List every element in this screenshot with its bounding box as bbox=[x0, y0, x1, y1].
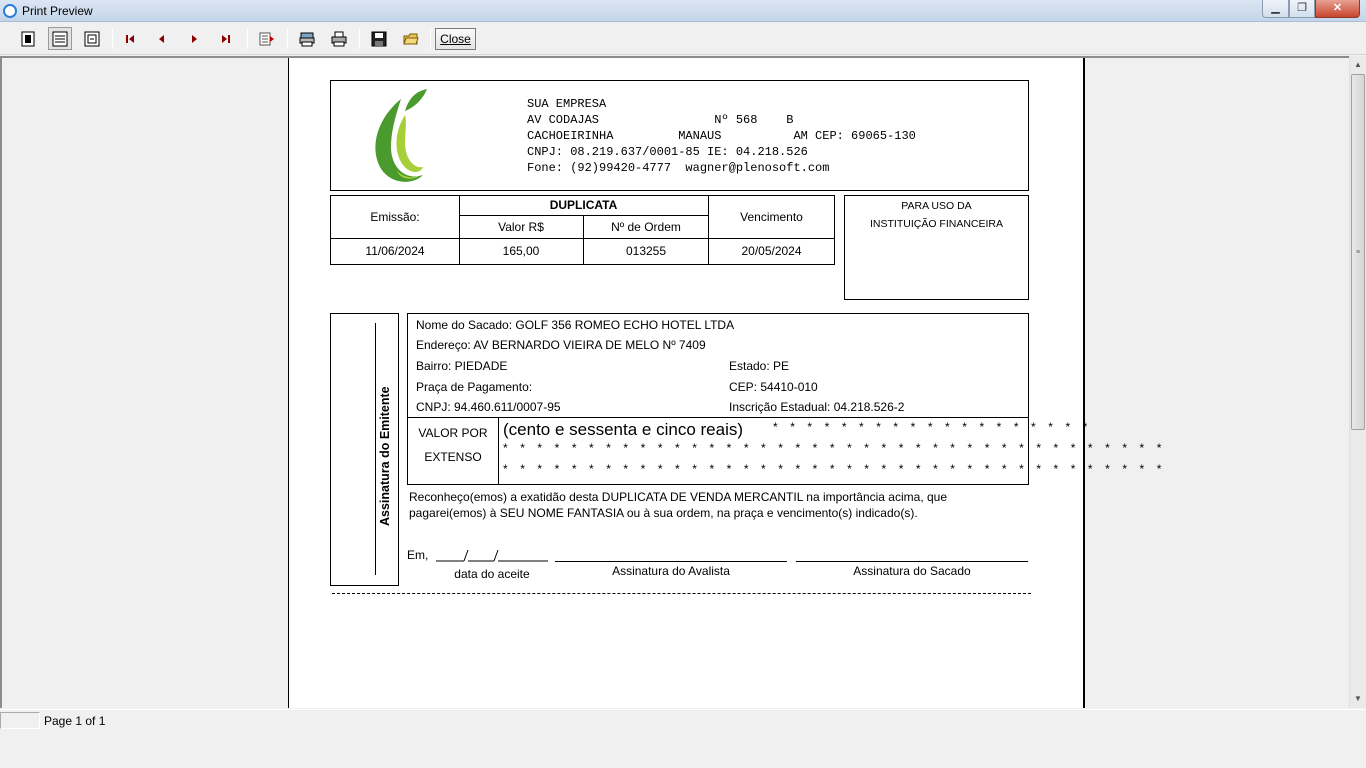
prior-page-button[interactable] bbox=[150, 27, 174, 50]
extenso-stars-1: * * * * * * * * * * * * * * * * * * * bbox=[773, 420, 1092, 434]
toolbar: Close bbox=[0, 23, 1366, 55]
company-logo bbox=[375, 89, 427, 182]
save-button[interactable] bbox=[367, 27, 391, 50]
scroll-down-icon[interactable]: ▼ bbox=[1350, 690, 1366, 707]
vertical-scrollbar[interactable]: ▲ ≡ ▼ bbox=[1349, 56, 1366, 708]
instituicao-financeira-box: PARA USO DA INSTITUIÇÃO FINANCEIRA bbox=[844, 195, 1029, 300]
printer-icon bbox=[331, 31, 347, 46]
toolbar-separator bbox=[430, 28, 431, 49]
open-folder-icon bbox=[403, 33, 419, 44]
sacado-praca: Praça de Pagamento: bbox=[416, 380, 533, 394]
toolbar-separator bbox=[287, 28, 288, 49]
app-icon bbox=[3, 4, 17, 18]
sacado-cep: CEP: 54410-010 bbox=[729, 380, 818, 394]
company-header-box: SUA EMPRESA AV CODAJAS Nº 568 B CACHOEIR… bbox=[330, 80, 1029, 191]
first-page-button[interactable] bbox=[118, 27, 142, 50]
status-cell bbox=[0, 712, 40, 729]
sacado-nome: Nome do Sacado: GOLF 356 ROMEO ECHO HOTE… bbox=[416, 318, 735, 332]
prior-page-icon bbox=[159, 34, 164, 43]
toolbar-separator bbox=[112, 28, 113, 49]
duplicata-title: DUPLICATA bbox=[549, 198, 618, 212]
em-label: Em, bbox=[407, 548, 429, 562]
declaracao-line1: Reconheço(emos) a exatidão desta DUPLICA… bbox=[409, 490, 948, 504]
company-info: SUA EMPRESA AV CODAJAS Nº 568 B CACHOEIR… bbox=[527, 96, 916, 176]
status-bar: Page 1 of 1 bbox=[0, 709, 1366, 729]
declaracao-line2: pagarei(emos) à SEU NOME FANTASIA ou à s… bbox=[409, 506, 918, 520]
emissao-label: Emissão: bbox=[370, 210, 420, 224]
last-page-button[interactable] bbox=[214, 27, 238, 50]
next-page-icon bbox=[192, 34, 197, 43]
company-line: SUA EMPRESA bbox=[527, 97, 607, 111]
printer-setup-icon bbox=[299, 32, 315, 46]
sacado-bairro: Bairro: PIEDADE bbox=[416, 359, 508, 373]
close-window-button[interactable]: ✕ bbox=[1315, 0, 1360, 18]
extenso-label2: EXTENSO bbox=[424, 450, 482, 464]
sacado-endereco: Endereço: AV BERNARDO VIEIRA DE MELO Nº … bbox=[416, 338, 706, 352]
page-width-icon bbox=[52, 31, 68, 46]
ordem-label: Nº de Ordem bbox=[611, 220, 681, 234]
page-indicator: Page 1 of 1 bbox=[44, 714, 106, 728]
extenso-stars-2: * * * * * * * * * * * * * * * * * * * * … bbox=[503, 441, 1167, 455]
emissao-value: 11/06/2024 bbox=[365, 244, 425, 258]
sacado-box: Nome do Sacado: GOLF 356 ROMEO ECHO HOTE… bbox=[407, 313, 1161, 485]
minimize-button[interactable]: ▁ bbox=[1262, 0, 1289, 18]
emitente-signature-label: Assinatura do Emitente bbox=[378, 386, 392, 526]
company-line: CNPJ: 08.219.637/0001-85 IE: 04.218.526 bbox=[527, 145, 808, 159]
next-page-button[interactable] bbox=[182, 27, 206, 50]
save-icon bbox=[371, 31, 387, 46]
vencimento-value: 20/05/2024 bbox=[741, 244, 802, 258]
open-button[interactable] bbox=[399, 27, 423, 50]
toolbar-separator bbox=[247, 28, 248, 49]
company-line: CACHOEIRINHA MANAUS AM CEP: 69065-130 bbox=[527, 129, 916, 143]
zoom-100-icon bbox=[84, 31, 100, 46]
report-page: SUA EMPRESA AV CODAJAS Nº 568 B CACHOEIR… bbox=[288, 58, 1161, 708]
company-line: Fone: (92)99420-4777 wagner@plenosoft.co… bbox=[527, 161, 830, 175]
goto-page-icon bbox=[259, 32, 274, 45]
whole-page-button[interactable] bbox=[16, 27, 40, 50]
avalista-label: Assinatura do Avalista bbox=[612, 564, 730, 578]
preview-viewport[interactable]: SUA EMPRESA AV CODAJAS Nº 568 B CACHOEIR… bbox=[0, 56, 1349, 708]
goto-page-button[interactable] bbox=[255, 27, 279, 50]
duplicata-table: Emissão: DUPLICATA Valor R$ Nº de Ordem … bbox=[330, 195, 835, 265]
company-line: AV CODAJAS Nº 568 B bbox=[527, 113, 794, 127]
first-page-icon bbox=[126, 34, 134, 43]
page-width-button[interactable] bbox=[48, 27, 72, 50]
zoom-100-button[interactable] bbox=[80, 27, 104, 50]
sacado-signature-label: Assinatura do Sacado bbox=[853, 564, 971, 578]
sacado-ie: Inscrição Estadual: 04.218.526-2 bbox=[729, 400, 905, 414]
title-bar: Print Preview ▁ ❐ ✕ bbox=[0, 0, 1366, 22]
valor-extenso-text: (cento e sessenta e cinco reais) bbox=[503, 420, 744, 439]
instituicao-line1: PARA USO DA bbox=[901, 200, 972, 212]
emitente-box: Assinatura do Emitente bbox=[330, 313, 399, 586]
vencimento-label: Vencimento bbox=[740, 210, 803, 224]
scroll-thumb[interactable]: ≡ bbox=[1351, 74, 1365, 430]
toolbar-separator bbox=[359, 28, 360, 49]
date-blank bbox=[436, 549, 548, 562]
whole-page-icon bbox=[21, 31, 35, 46]
printer-setup-button[interactable] bbox=[295, 27, 319, 50]
valor-label: Valor R$ bbox=[498, 220, 544, 234]
ordem-value: 013255 bbox=[625, 244, 667, 258]
scroll-up-icon[interactable]: ▲ bbox=[1350, 56, 1366, 73]
instituicao-line2: INSTITUIÇÃO FINANCEIRA bbox=[869, 218, 1003, 230]
sacado-cnpj: CNPJ: 94.460.611/0007-95 bbox=[416, 400, 561, 414]
maximize-button[interactable]: ❐ bbox=[1289, 0, 1315, 18]
print-button[interactable] bbox=[327, 27, 351, 50]
cut-line bbox=[332, 593, 1031, 594]
extenso-stars-3: * * * * * * * * * * * * * * * * * * * * … bbox=[503, 462, 1167, 476]
data-aceite-label: data do aceite bbox=[454, 567, 530, 581]
valor-value: 165,00 bbox=[502, 244, 540, 258]
close-button[interactable]: Close bbox=[435, 28, 476, 50]
window-title: Print Preview bbox=[22, 4, 93, 18]
sacado-estado: Estado: PE bbox=[729, 359, 790, 373]
last-page-icon bbox=[222, 34, 230, 43]
extenso-label1: VALOR POR bbox=[418, 426, 488, 440]
